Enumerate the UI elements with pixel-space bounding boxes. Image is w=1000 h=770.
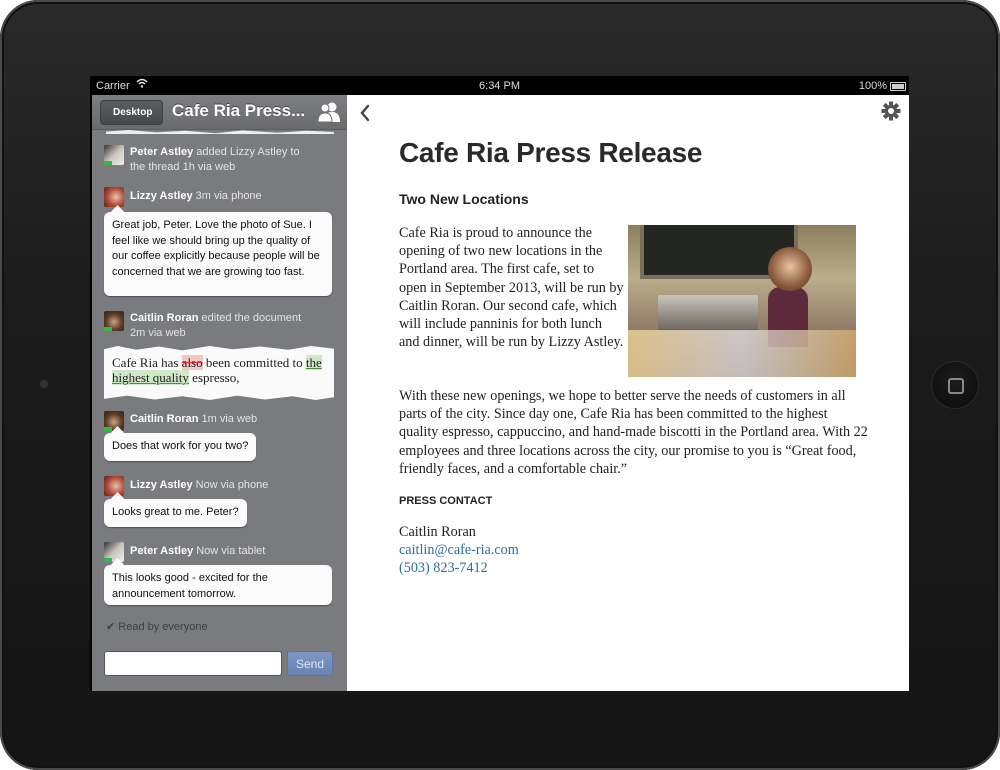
event-text-2: the thread <box>130 161 180 173</box>
paragraph-2: With these new openings, we hope to bett… <box>399 388 868 477</box>
status-bar: Carrier 6:34 PM 100% <box>90 76 909 95</box>
feed-event: Peter Astley added Lizzy Astley to the t… <box>130 145 335 175</box>
message-time: 1m via web <box>201 413 258 425</box>
feed-event: Caitlin Roran edited the document 2m via… <box>130 311 301 341</box>
chat-sidebar: Desktop Cafe Ria Press... Peter Astley a… <box>92 95 347 691</box>
online-indicator <box>104 161 112 165</box>
photo-foreground-blur <box>628 330 856 377</box>
author-name: Lizzy Astley <box>130 190 193 202</box>
chat-navbar: Desktop Cafe Ria Press... <box>92 95 347 130</box>
desktop-back-button[interactable]: Desktop <box>100 100 164 125</box>
people-icon[interactable] <box>317 101 341 123</box>
gear-icon[interactable] <box>881 101 901 121</box>
online-indicator <box>104 558 112 562</box>
message-meta: Lizzy Astley 3m via phone <box>130 189 262 204</box>
snippet-text: espresso, <box>188 370 240 385</box>
online-indicator <box>104 427 112 431</box>
message-meta: Peter Astley Now via tablet <box>130 544 265 559</box>
message-bubble: Looks great to me. Peter? <box>104 499 247 527</box>
document-edit-snippet[interactable]: Cafe Ria has also been committed to the … <box>104 346 334 400</box>
message-time: 3m via phone <box>195 190 262 202</box>
read-receipt: ✔ Read by everyone <box>106 620 208 633</box>
author-name: Peter Astley <box>130 146 194 158</box>
author-name: Lizzy Astley <box>130 479 193 491</box>
send-button[interactable]: Send <box>287 651 333 676</box>
check-icon: ✔ <box>106 621 116 633</box>
screen: Carrier 6:34 PM 100% Desktop Cafe Ria Pr… <box>90 76 909 691</box>
home-button[interactable] <box>932 362 978 408</box>
author-name: Peter Astley <box>130 545 194 557</box>
cafe-photo[interactable] <box>628 225 856 377</box>
read-receipt-text: Read by everyone <box>118 621 208 633</box>
document-pane: Cafe Ria Press Release Two New Locations… <box>347 95 909 691</box>
torn-paper-edge <box>106 130 334 134</box>
contact-email-link[interactable]: caitlin@cafe-ria.com <box>399 541 519 559</box>
avatar-caitlin <box>104 311 124 331</box>
paragraph-1: Cafe Ria is proud to announce the openin… <box>399 225 624 351</box>
photo-person-head <box>768 247 812 291</box>
message-meta: Lizzy Astley Now via phone <box>130 478 268 493</box>
author-name: Caitlin Roran <box>130 312 199 324</box>
home-square-icon <box>948 378 964 394</box>
message-time: Now via phone <box>195 479 269 491</box>
back-button-label: Desktop <box>113 107 153 118</box>
online-indicator <box>104 327 112 331</box>
message-time: Now via tablet <box>196 545 266 557</box>
event-time: 2m via web <box>130 327 186 339</box>
author-name: Caitlin Roran <box>130 413 199 425</box>
clock: 6:34 PM <box>479 80 520 92</box>
message-bubble: This looks good - excited for the announ… <box>104 565 332 605</box>
contact-name: Caitlin Roran <box>399 524 476 540</box>
message-meta: Caitlin Roran 1m via web <box>130 412 257 427</box>
message-input[interactable] <box>104 651 282 676</box>
press-contact: Caitlin Roran caitlin@cafe-ria.com (503)… <box>399 523 519 578</box>
snippet-text: Cafe Ria has <box>112 355 182 370</box>
battery-icon <box>890 82 906 91</box>
contact-phone-link[interactable]: (503) 823-7412 <box>399 559 519 577</box>
deleted-text: also <box>181 355 203 370</box>
message-bubble: Does that work for you two? <box>104 433 257 461</box>
snippet-text: been committed to <box>202 355 306 370</box>
press-contact-heading: PRESS CONTACT <box>399 495 493 507</box>
event-text: added Lizzy Astley to <box>196 146 300 158</box>
front-camera <box>40 380 48 388</box>
battery-percent: 100% <box>858 80 887 92</box>
tablet-frame: Carrier 6:34 PM 100% Desktop Cafe Ria Pr… <box>0 0 1000 770</box>
event-time: 1h via web <box>182 161 236 173</box>
avatar-peter <box>104 542 124 562</box>
avatar-lizzy <box>104 476 124 496</box>
chevron-left-icon[interactable] <box>357 103 373 123</box>
document-title: Cafe Ria Press Release <box>399 137 703 168</box>
document-subtitle: Two New Locations <box>399 191 529 207</box>
thread-title: Cafe Ria Press... <box>172 101 306 120</box>
avatar-lizzy <box>104 187 124 207</box>
photo-espresso-machine <box>658 295 758 331</box>
message-bubble: Great job, Peter. Love the photo of Sue.… <box>104 212 332 296</box>
avatar-peter <box>104 145 124 165</box>
event-text: edited the document <box>201 312 302 324</box>
